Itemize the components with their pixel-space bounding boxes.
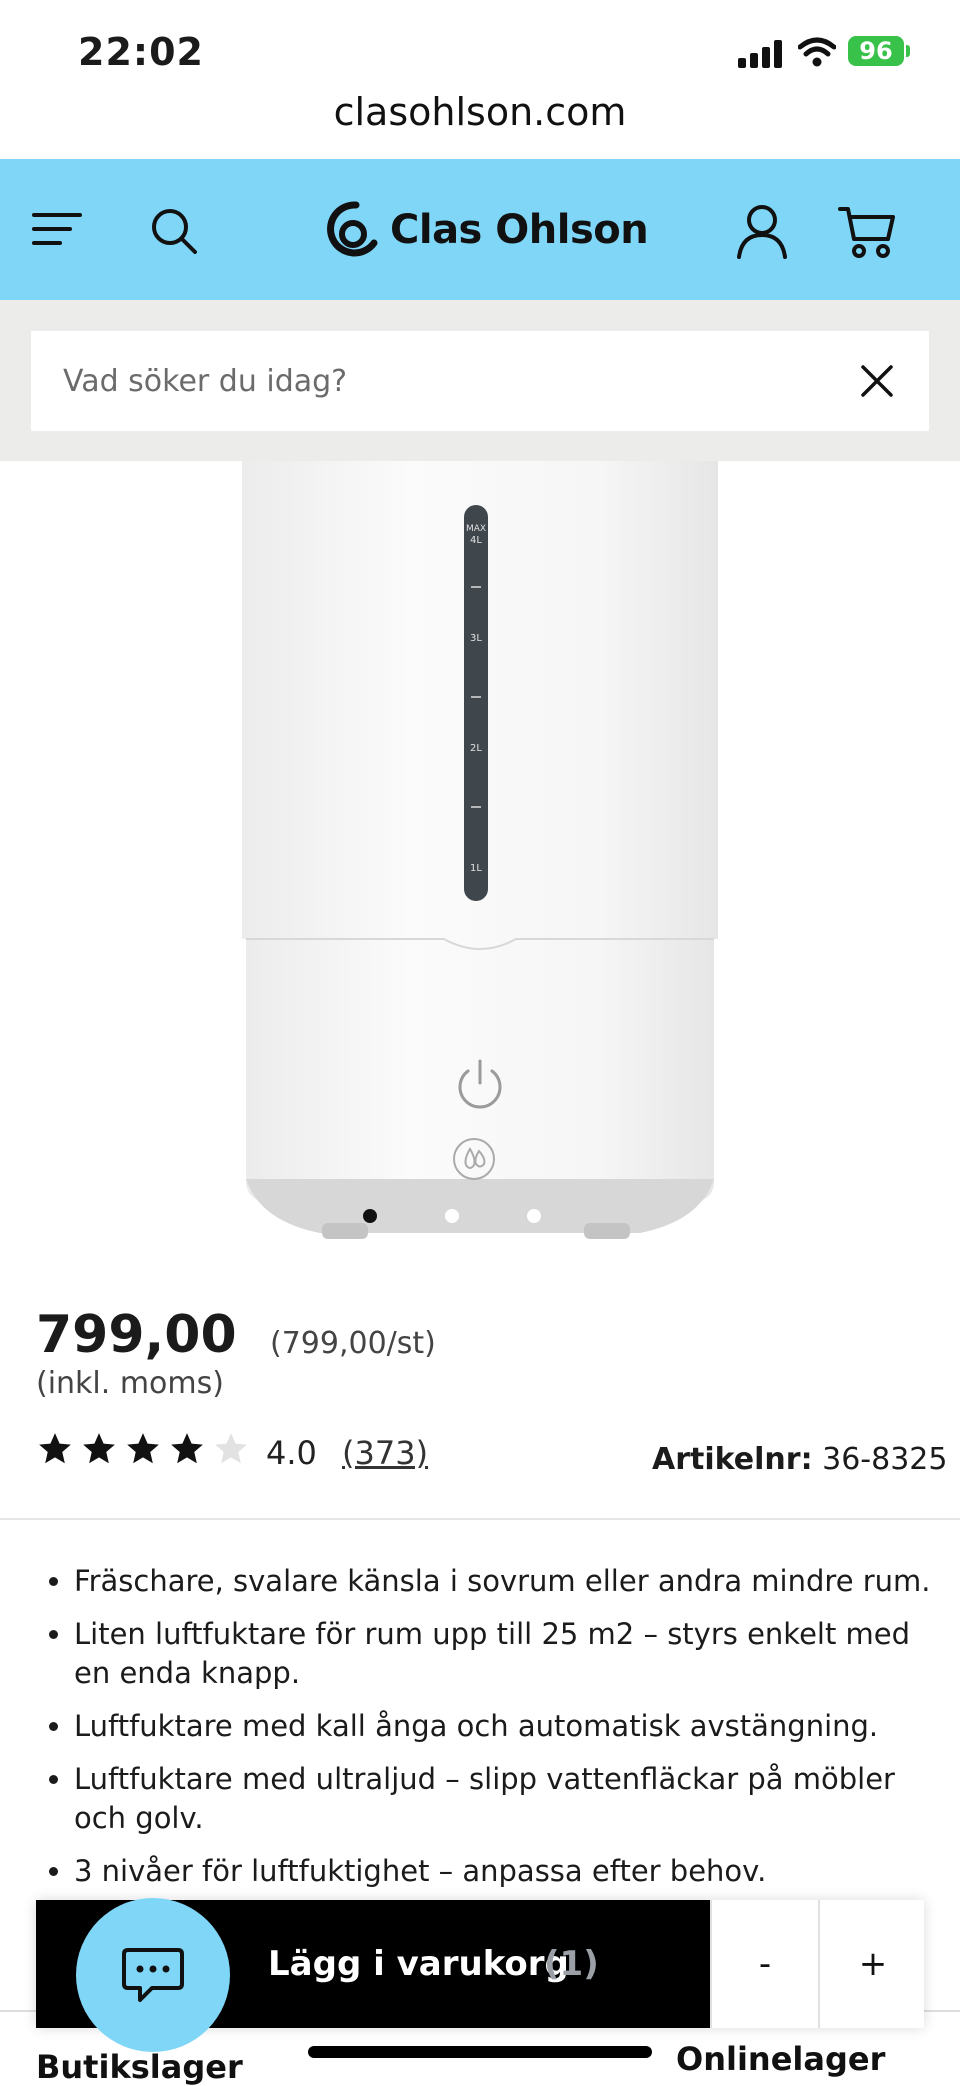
product-image[interactable]: MAX 4L 3L 2L 1L bbox=[200, 461, 760, 1251]
cart-quantity-count: (1) bbox=[544, 1944, 599, 1984]
water-level-label-3l: 3L bbox=[470, 633, 482, 644]
battery-icon: 96 bbox=[848, 36, 910, 66]
product-price: 799,00 bbox=[36, 1305, 237, 1365]
rating-value: 4.0 bbox=[266, 1434, 317, 1472]
divider bbox=[0, 1518, 960, 1520]
close-icon[interactable] bbox=[859, 363, 895, 399]
menu-icon[interactable] bbox=[32, 211, 82, 247]
search-input[interactable] bbox=[63, 331, 843, 431]
water-level-label-max: MAX bbox=[466, 524, 486, 534]
browser-url[interactable]: clasohlson.com bbox=[0, 90, 960, 134]
feature-item: Liten luftfuktare för rum upp till 25 m2… bbox=[74, 1615, 954, 1693]
status-time: 22:02 bbox=[78, 30, 204, 74]
decrease-quantity-button[interactable]: - bbox=[710, 1900, 818, 2028]
article-number: Artikelnr: 36-8325 bbox=[652, 1442, 947, 1477]
feature-item: Luftfuktare med ultraljud – slipp vatten… bbox=[74, 1760, 954, 1838]
chat-bubble-icon bbox=[122, 1948, 184, 2002]
article-label: Artikelnr: bbox=[652, 1442, 813, 1477]
carousel-dot[interactable] bbox=[363, 1209, 377, 1223]
feature-item: Luftfuktare med kall ånga och automatisk… bbox=[74, 1707, 954, 1746]
vat-note: (inkl. moms) bbox=[36, 1366, 224, 1401]
cellular-signal-icon bbox=[738, 40, 784, 68]
article-number-value: 36-8325 bbox=[822, 1442, 948, 1477]
search-box bbox=[31, 331, 929, 431]
carousel-dot[interactable] bbox=[527, 1209, 541, 1223]
star-filled-icon bbox=[83, 1433, 115, 1464]
feature-list: Fräschare, svalare känsla i sovrum eller… bbox=[40, 1562, 954, 1905]
home-indicator bbox=[308, 2046, 652, 2058]
search-icon[interactable] bbox=[150, 207, 198, 255]
water-level-label-2l: 2L bbox=[470, 743, 482, 754]
online-stock-tab[interactable]: Onlinelager bbox=[676, 2040, 885, 2078]
brand-logo[interactable]: Clas Ohlson bbox=[326, 197, 649, 263]
star-filled-icon bbox=[171, 1433, 203, 1464]
feature-item: 3 nivåer för luftfuktighet – anpassa eft… bbox=[74, 1852, 954, 1891]
rating-stars[interactable] bbox=[36, 1430, 250, 1468]
user-icon[interactable] bbox=[736, 203, 788, 259]
cart-icon[interactable] bbox=[838, 205, 896, 259]
add-to-cart-label: Lägg i varukorg bbox=[268, 1944, 569, 1984]
review-count-link[interactable]: (373) bbox=[342, 1434, 428, 1472]
star-empty-icon bbox=[215, 1433, 247, 1464]
feature-item: Fräschare, svalare känsla i sovrum eller… bbox=[74, 1562, 954, 1601]
site-header: Clas Ohlson bbox=[0, 159, 960, 300]
carousel-dot[interactable] bbox=[445, 1209, 459, 1223]
water-level-label-4l: 4L bbox=[470, 535, 482, 546]
store-stock-tab[interactable]: Butikslager bbox=[36, 2048, 243, 2086]
star-filled-icon bbox=[39, 1433, 71, 1464]
chat-button[interactable] bbox=[76, 1898, 230, 2052]
water-level-label-1l: 1L bbox=[470, 863, 482, 874]
wifi-icon bbox=[798, 37, 836, 67]
logo-mark-icon bbox=[327, 201, 378, 257]
search-band bbox=[0, 300, 960, 461]
increase-quantity-button[interactable]: + bbox=[818, 1900, 926, 2028]
brand-name: Clas Ohlson bbox=[390, 207, 649, 253]
unit-price: (799,00/st) bbox=[270, 1326, 436, 1361]
star-filled-icon bbox=[127, 1433, 159, 1464]
